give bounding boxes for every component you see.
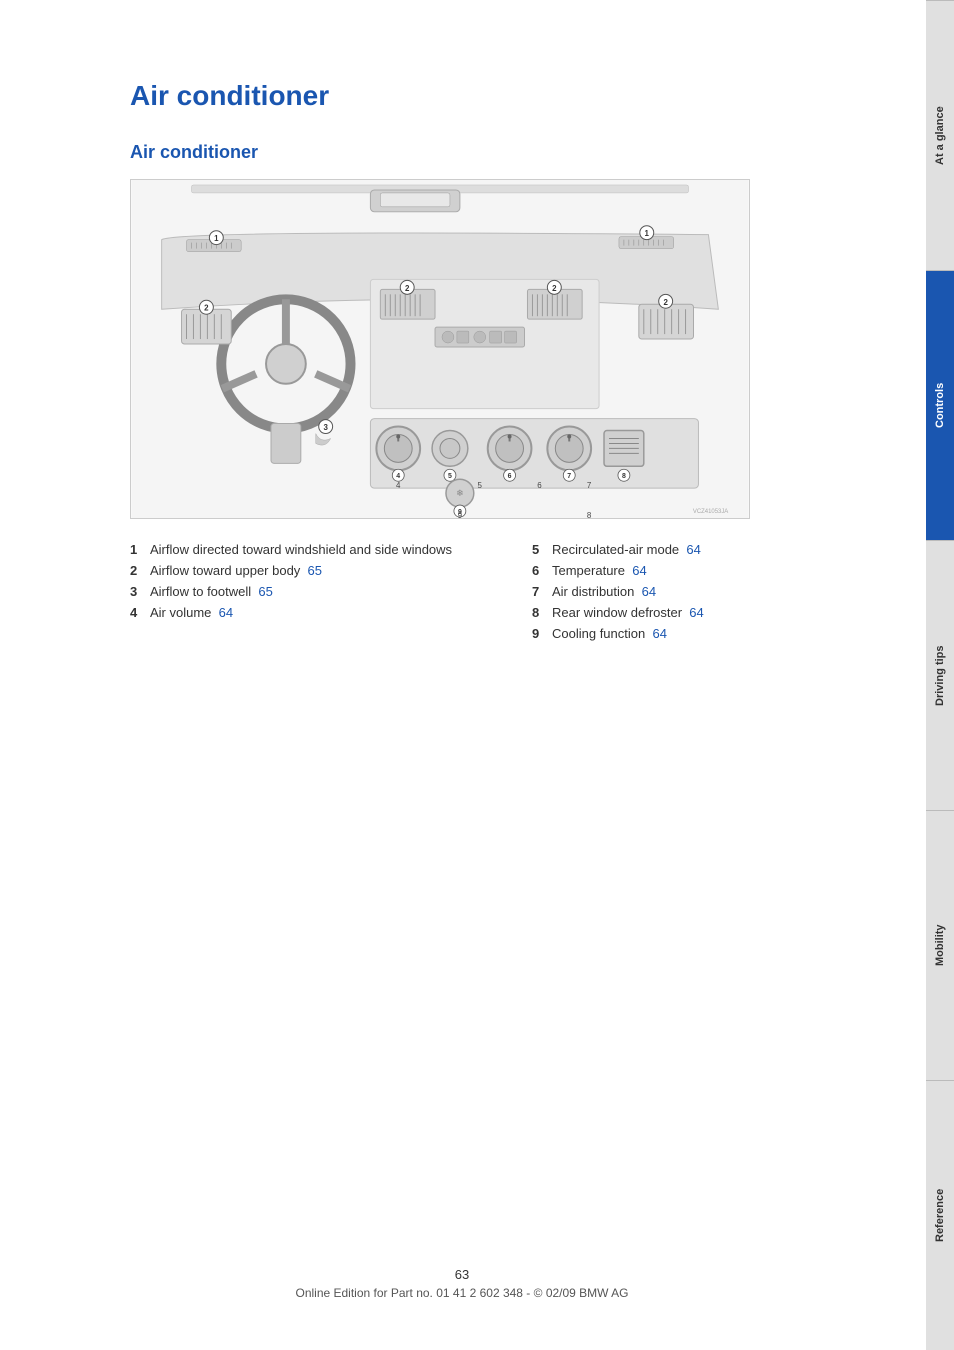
- footer-text: Online Edition for Part no. 01 41 2 602 …: [0, 1286, 924, 1300]
- svg-text:8: 8: [622, 473, 626, 480]
- list-item: 4 Air volume 64: [130, 602, 492, 623]
- list-number: 4: [130, 605, 144, 620]
- list-number: 2: [130, 563, 144, 578]
- list-text: Cooling function 64: [552, 626, 667, 641]
- list-number: 6: [532, 563, 546, 578]
- list-text: Air volume 64: [150, 605, 233, 620]
- list-number: 5: [532, 542, 546, 557]
- list-text: Temperature 64: [552, 563, 647, 578]
- page-container: Air conditioner Air conditioner: [0, 0, 954, 1350]
- list-text: Airflow toward upper body 65: [150, 563, 322, 578]
- svg-text:7: 7: [587, 481, 592, 490]
- svg-text:4: 4: [396, 481, 401, 490]
- tab-controls[interactable]: Controls: [926, 270, 954, 540]
- list-text: Recirculated-air mode 64: [552, 542, 701, 557]
- svg-text:❄: ❄: [456, 488, 464, 498]
- list-number: 1: [130, 542, 144, 557]
- list-text: Air distribution 64: [552, 584, 656, 599]
- svg-text:5: 5: [478, 481, 483, 490]
- sidebar-tabs: At a glance Controls Driving tips Mobili…: [926, 0, 954, 1350]
- list-item: 2 Airflow toward upper body 65: [130, 560, 492, 581]
- feature-list: 1 Airflow directed toward windshield and…: [130, 539, 894, 644]
- svg-text:8: 8: [587, 511, 592, 518]
- list-item: 3 Airflow to footwell 65: [130, 581, 492, 602]
- svg-text:3: 3: [323, 423, 328, 432]
- page-number: 63: [0, 1267, 924, 1282]
- tab-reference[interactable]: Reference: [926, 1080, 954, 1350]
- svg-text:1: 1: [645, 229, 650, 238]
- list-item: 5 Recirculated-air mode 64: [532, 539, 894, 560]
- list-item: 1 Airflow directed toward windshield and…: [130, 539, 492, 560]
- svg-text:2: 2: [405, 284, 410, 293]
- svg-text:7: 7: [567, 473, 571, 480]
- list-column-right: 5 Recirculated-air mode 64 6 Temperature…: [532, 539, 894, 644]
- dashboard-diagram: 1 1: [130, 179, 750, 519]
- svg-text:1: 1: [214, 234, 219, 243]
- svg-text:6: 6: [508, 473, 512, 480]
- main-content: Air conditioner Air conditioner: [0, 0, 954, 1350]
- page-title: Air conditioner: [130, 80, 894, 112]
- list-text: Airflow to footwell 65: [150, 584, 273, 599]
- svg-text:5: 5: [448, 473, 452, 480]
- list-item: 9 Cooling function 64: [532, 623, 894, 644]
- tab-at-a-glance[interactable]: At a glance: [926, 0, 954, 270]
- list-item: 7 Air distribution 64: [532, 581, 894, 602]
- list-link[interactable]: 65: [258, 584, 272, 599]
- svg-text:6: 6: [537, 481, 542, 490]
- tab-driving-tips[interactable]: Driving tips: [926, 540, 954, 810]
- list-link[interactable]: 64: [632, 563, 646, 578]
- list-link[interactable]: 64: [219, 605, 233, 620]
- list-link[interactable]: 64: [652, 626, 666, 641]
- list-column-left: 1 Airflow directed toward windshield and…: [130, 539, 492, 644]
- section-title: Air conditioner: [130, 142, 894, 163]
- list-number: 9: [532, 626, 546, 641]
- list-number: 8: [532, 605, 546, 620]
- svg-text:2: 2: [552, 284, 557, 293]
- svg-text:4: 4: [396, 473, 400, 480]
- list-link[interactable]: 65: [308, 563, 322, 578]
- list-item: 8 Rear window defroster 64: [532, 602, 894, 623]
- svg-text:VCZ41053JA: VCZ41053JA: [693, 509, 728, 515]
- svg-text:2: 2: [663, 298, 668, 307]
- list-text: Rear window defroster 64: [552, 605, 704, 620]
- list-link[interactable]: 64: [689, 605, 703, 620]
- svg-text:2: 2: [204, 304, 209, 313]
- page-footer: 63 Online Edition for Part no. 01 41 2 6…: [0, 1267, 924, 1300]
- list-link[interactable]: 64: [642, 584, 656, 599]
- list-number: 3: [130, 584, 144, 599]
- list-item: 6 Temperature 64: [532, 560, 894, 581]
- list-number: 7: [532, 584, 546, 599]
- tab-mobility[interactable]: Mobility: [926, 810, 954, 1080]
- list-text: Airflow directed toward windshield and s…: [150, 542, 452, 557]
- svg-text:9: 9: [458, 511, 463, 518]
- list-link[interactable]: 64: [686, 542, 700, 557]
